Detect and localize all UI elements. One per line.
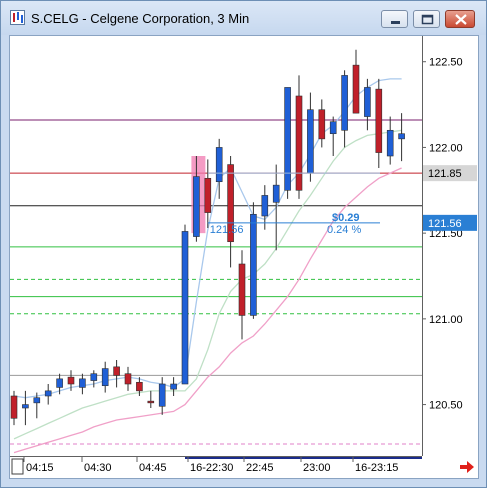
candle-body [181, 231, 189, 385]
price-tick-label: 121.00 [429, 314, 463, 326]
price-axis[interactable]: 122.50122.00121.50121.00120.50121.85121.… [422, 36, 478, 456]
candle-body [341, 75, 348, 131]
time-tick-label: 04:15 [26, 462, 54, 474]
candle-body [295, 95, 303, 191]
time-axis[interactable]: 04:15 04:30 04:45 16-22:30 22:45 23:00 16-23:1… [10, 456, 478, 478]
candle-body [318, 109, 326, 140]
title-bar[interactable]: S.CELG - Celgene Corporation, 3 Min [1, 1, 486, 35]
app-chart-icon [10, 10, 25, 25]
candle-body [79, 378, 86, 388]
candle-body [90, 373, 98, 381]
candle-body [44, 390, 52, 397]
chart-frame: 121.56 $0.29 0.24 % 122.50 122.00 121.50 121.… [9, 35, 479, 479]
candle-body [250, 213, 257, 316]
candle-body [124, 373, 132, 385]
time-tick-label: 04:30 [84, 462, 112, 474]
candle-body [158, 383, 166, 407]
window-title: S.CELG - Celgene Corporation, 3 Min [31, 11, 250, 26]
candle-body [10, 395, 18, 419]
candle-body [136, 381, 143, 392]
candle-body [272, 184, 280, 203]
price-marker-label: 121.85 [428, 168, 462, 180]
candle-body [261, 195, 269, 217]
candle-body [307, 109, 314, 174]
candle-body [193, 176, 200, 237]
price-marker-label: 121.56 [428, 218, 462, 230]
scroll-right-arrow-icon[interactable] [458, 459, 476, 475]
time-tick-label: 23:00 [303, 462, 331, 474]
minimize-button[interactable] [381, 10, 408, 28]
change-amount-label: $0.29 [332, 212, 360, 224]
price-tick-label: 122.50 [429, 57, 463, 69]
price-tick-label: 122.00 [429, 142, 463, 154]
candle-body [113, 366, 120, 376]
candle-body [215, 147, 223, 183]
candle-body [386, 129, 394, 157]
time-axis-scroll-box [11, 458, 24, 475]
time-tick-label: 16-22:30 [190, 462, 233, 474]
candle-body [364, 87, 371, 117]
close-icon [455, 14, 467, 25]
minimize-icon [391, 21, 400, 24]
candle-body [238, 263, 246, 316]
close-button[interactable] [445, 10, 475, 28]
candle-body [170, 383, 177, 390]
candle-body [284, 87, 291, 191]
chart-window: S.CELG - Celgene Corporation, 3 Min 121.… [0, 0, 487, 488]
price-tick-label: 120.50 [429, 400, 463, 412]
candle-body [147, 400, 155, 404]
candle-body [375, 88, 383, 153]
maximize-icon [421, 14, 434, 25]
candle-body [101, 368, 109, 387]
candle-body [398, 133, 405, 140]
change-percent-label: 0.24 % [327, 224, 361, 236]
time-tick-label: 04:45 [139, 462, 167, 474]
candle-body [67, 376, 75, 385]
time-tick-label: 22:45 [246, 462, 274, 474]
candle-body [329, 121, 337, 135]
candle-body [33, 397, 41, 404]
price-label: 121.56 [210, 224, 244, 236]
candle-body [56, 378, 63, 388]
candle-body [22, 404, 29, 409]
maximize-button[interactable] [413, 10, 440, 28]
candle-body [204, 177, 212, 213]
time-tick-label: 16-23:15 [355, 462, 398, 474]
candle-body [352, 64, 360, 114]
price-chart-plot[interactable]: 121.56 $0.290.24 % [10, 36, 422, 456]
